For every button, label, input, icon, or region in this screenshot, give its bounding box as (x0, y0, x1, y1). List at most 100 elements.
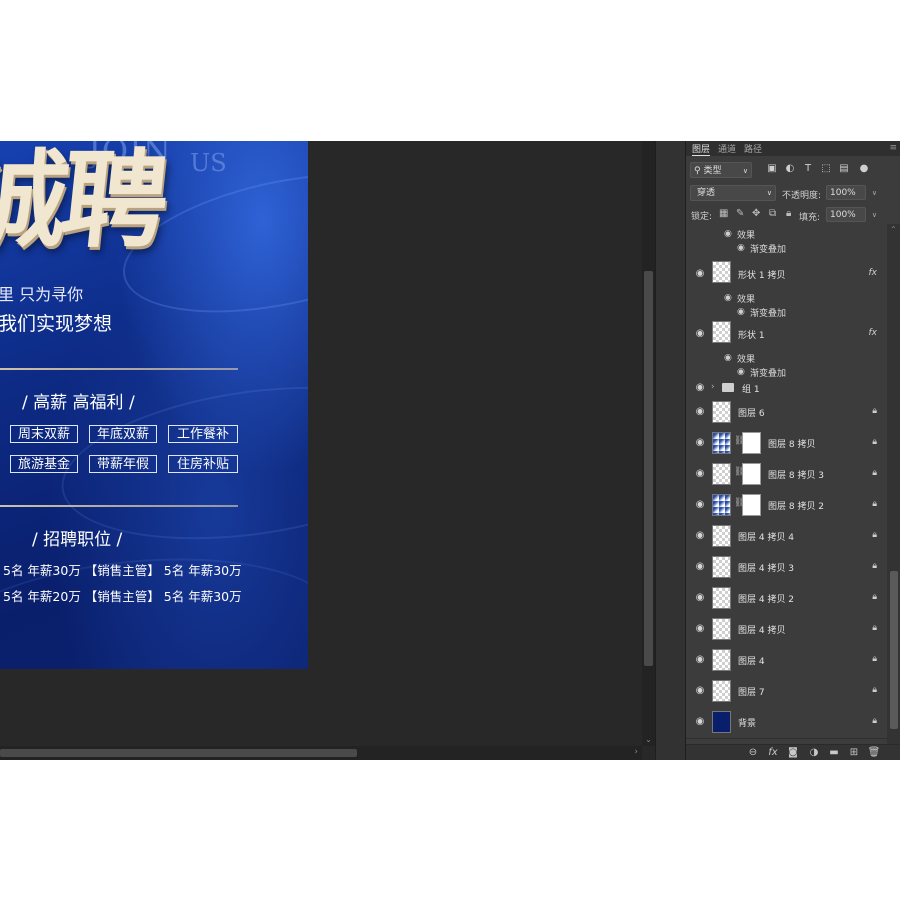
eye-icon[interactable]: ◉ (737, 307, 745, 317)
lock-all-icon[interactable]: 🔒︎ (786, 208, 791, 219)
fx-icon[interactable]: fx (766, 747, 780, 758)
layer-row[interactable]: ◉ 背景 🔒︎ (686, 707, 887, 739)
layer-group-row[interactable]: ◉ › 组 1 (686, 379, 887, 398)
lock-transparent-pixels-icon[interactable]: ▦ (719, 208, 728, 219)
eye-icon[interactable]: ◉ (694, 561, 706, 573)
canvas-vertical-scrollbar[interactable]: ⌄ (642, 141, 655, 746)
adjustment-filter-icon[interactable]: ◐ (784, 163, 796, 175)
eye-icon[interactable]: ◉ (694, 530, 706, 542)
scroll-right-icon[interactable]: › (634, 747, 638, 757)
poster-canvas[interactable]: JOIN US 诚聘 里 只为寻你 我们实现梦想 / 高薪 高福利 / 周末双薪… (0, 141, 308, 669)
layer-name[interactable]: 图层 4 (738, 654, 765, 667)
eye-icon[interactable]: ◉ (737, 367, 745, 377)
layer-thumbnail (712, 432, 731, 454)
layer-name[interactable]: 图层 4 拷贝 2 (738, 592, 794, 605)
fx-icon[interactable]: fx (869, 328, 878, 338)
eye-icon[interactable]: ◉ (724, 229, 732, 239)
layer-thumbnail (712, 321, 731, 343)
layer-row[interactable]: ◉ 图层 4 拷贝 2 🔒︎ (686, 583, 887, 615)
eye-icon[interactable]: ◉ (737, 243, 745, 253)
scrollbar-thumb[interactable] (890, 571, 898, 729)
layers-scrollbar[interactable]: ⌃ (887, 224, 900, 744)
layer-name[interactable]: 组 1 (742, 382, 760, 395)
layer-name[interactable]: 图层 6 (738, 406, 765, 419)
trash-icon[interactable]: 🗑︎ (867, 747, 881, 758)
layer-filter-select[interactable]: ⚲ 类型 ∨ (690, 162, 752, 178)
layer-mask-thumbnail[interactable] (742, 494, 761, 516)
eye-icon[interactable]: ◉ (724, 293, 732, 303)
layer-name[interactable]: 图层 4 拷贝 (738, 623, 785, 636)
adjustment-icon[interactable]: ◑ (807, 747, 821, 758)
layer-name[interactable]: 图层 8 拷贝 3 (768, 468, 824, 481)
eye-icon[interactable]: ◉ (694, 328, 706, 340)
eye-icon[interactable]: ◉ (694, 654, 706, 666)
layer-name[interactable]: 图层 4 拷贝 3 (738, 561, 794, 574)
layer-effects-group[interactable]: ◉ 效果 ◉ 渐变叠加 (686, 224, 887, 260)
layer-row[interactable]: ◉ 图层 7 🔒︎ (686, 676, 887, 708)
layer-name[interactable]: 背景 (738, 716, 756, 729)
new-layer-icon[interactable]: ⊞ (847, 747, 861, 758)
eye-icon[interactable]: ◉ (694, 437, 706, 449)
layer-row[interactable]: ◉ 形状 1 fx ◉ 效果 ◉ 渐变叠加 (686, 319, 887, 380)
eye-icon[interactable]: ◉ (694, 382, 706, 394)
scrollbar-thumb[interactable] (644, 271, 653, 666)
layer-row[interactable]: ◉ 图层 4 拷贝 3 🔒︎ (686, 552, 887, 584)
filter-toggle-icon[interactable]: ● (858, 163, 870, 175)
eye-icon[interactable]: ◉ (694, 592, 706, 604)
scroll-down-icon[interactable]: ⌄ (644, 735, 653, 744)
pixel-filter-icon[interactable]: ▣ (766, 163, 778, 175)
layer-row[interactable]: ◉ ⛓ 图层 8 拷贝 2 🔒︎ (686, 490, 887, 522)
layer-row[interactable]: ◉ 图层 4 🔒︎ (686, 645, 887, 677)
canvas-area[interactable]: JOIN US 诚聘 里 只为寻你 我们实现梦想 / 高薪 高福利 / 周末双薪… (0, 141, 655, 760)
chevron-down-icon[interactable]: ∨ (872, 186, 877, 200)
lock-image-pixels-icon[interactable]: ✎ (736, 208, 744, 219)
layer-name[interactable]: 图层 7 (738, 685, 765, 698)
type-filter-icon[interactable]: T (802, 163, 814, 175)
scrollbar-thumb[interactable] (0, 749, 357, 757)
layer-mask-thumbnail[interactable] (742, 463, 761, 485)
lock-position-icon[interactable]: ✥ (752, 208, 760, 219)
mask-icon[interactable]: ◙ (786, 747, 800, 758)
canvas-horizontal-scrollbar[interactable]: › (0, 746, 642, 760)
layer-row[interactable]: ◉ 形状 1 拷贝 fx ◉ 效果 ◉ 渐变叠加 (686, 259, 887, 320)
chevron-right-icon[interactable]: › (711, 382, 715, 392)
lock-icon: 🔒︎ (872, 654, 877, 664)
eye-icon[interactable]: ◉ (694, 623, 706, 635)
eye-icon[interactable]: ◉ (694, 685, 706, 697)
tab-channels[interactable]: 通道 (718, 142, 736, 155)
layer-row[interactable]: ◉ 图层 4 拷贝 4 🔒︎ (686, 521, 887, 553)
layer-row[interactable]: ◉ ⛓ 图层 8 拷贝 🔒︎ (686, 428, 887, 460)
eye-icon[interactable]: ◉ (694, 268, 706, 280)
layer-mask-thumbnail[interactable] (742, 432, 761, 454)
smart-object-filter-icon[interactable]: ▤ (838, 163, 850, 175)
layer-row[interactable]: ◉ ⛓ 图层 8 拷贝 3 🔒︎ (686, 459, 887, 491)
eye-icon[interactable]: ◉ (694, 406, 706, 418)
opacity-input[interactable]: 100% ∨ (826, 185, 877, 200)
tab-paths[interactable]: 路径 (744, 142, 762, 155)
layer-name[interactable]: 图层 8 拷贝 (768, 437, 815, 450)
panel-menu-icon[interactable]: ≡ (889, 143, 897, 153)
chevron-down-icon[interactable]: ∨ (872, 208, 877, 222)
eye-icon[interactable]: ◉ (694, 499, 706, 511)
eye-icon[interactable]: ◉ (694, 468, 706, 480)
eye-icon[interactable]: ◉ (724, 353, 732, 363)
eye-icon[interactable]: ◉ (694, 716, 706, 728)
layer-name[interactable]: 图层 4 拷贝 4 (738, 530, 794, 543)
layer-name[interactable]: 形状 1 (738, 328, 765, 341)
layer-name[interactable]: 图层 8 拷贝 2 (768, 499, 824, 512)
layer-name[interactable]: 形状 1 拷贝 (738, 268, 785, 281)
scroll-up-icon[interactable]: ⌃ (890, 225, 897, 234)
blend-mode-select[interactable]: 穿透 ∨ (690, 185, 776, 201)
layers-panel: 图层 通道 路径 ≡ ⚲ 类型 ∨ ▣ ◐ T ⬚ ▤ ● 穿透 ∨ 不透明度:… (685, 141, 900, 760)
shape-filter-icon[interactable]: ⬚ (820, 163, 832, 175)
layer-thumbnail (712, 618, 731, 640)
fx-icon[interactable]: fx (869, 268, 878, 278)
layer-thumbnail (712, 711, 731, 733)
lock-artboard-icon[interactable]: ⧉ (769, 208, 776, 219)
link-layers-icon[interactable]: ⊖ (746, 747, 760, 758)
tab-layers[interactable]: 图层 (692, 142, 711, 156)
layer-row[interactable]: ◉ 图层 4 拷贝 🔒︎ (686, 614, 887, 646)
layer-row[interactable]: ◉ 图层 6 🔒︎ (686, 397, 887, 429)
fill-input[interactable]: 100% ∨ (826, 207, 877, 222)
new-group-icon[interactable]: ▬ (827, 747, 841, 758)
